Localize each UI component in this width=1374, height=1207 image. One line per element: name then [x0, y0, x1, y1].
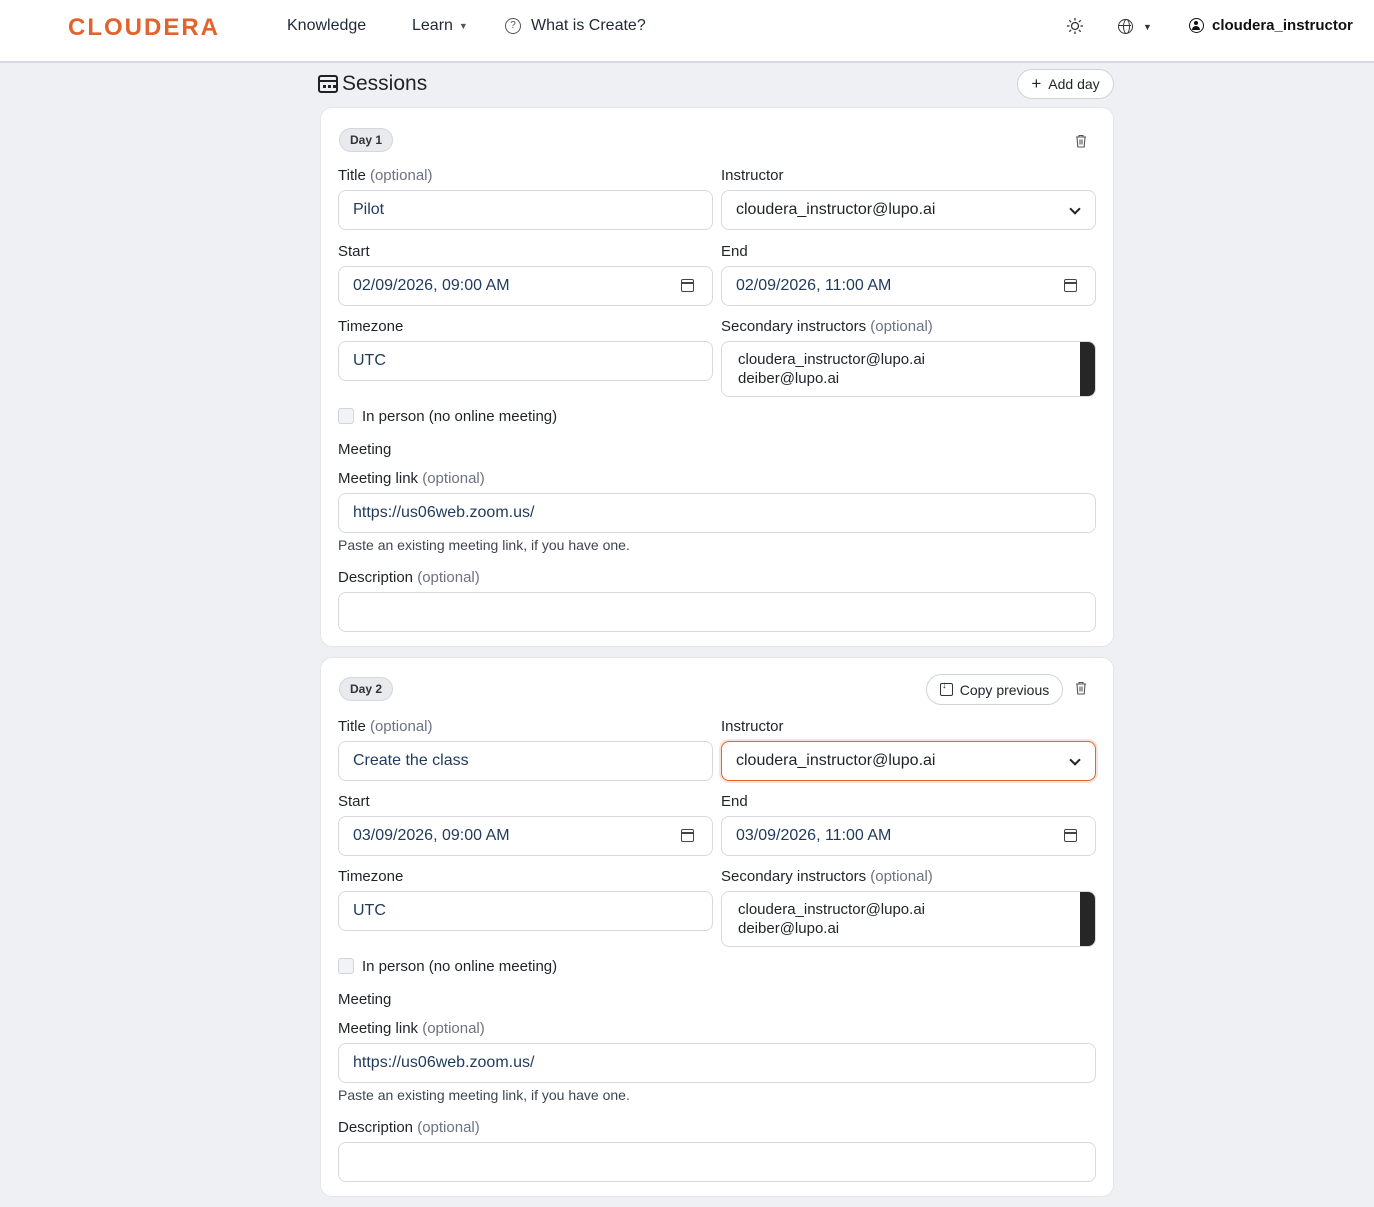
secondary-instructors-label: Secondary instructors (optional) — [721, 318, 933, 335]
start-datetime-input[interactable]: 02/09/2026, 09:00 AM — [338, 266, 713, 306]
start-datetime-input[interactable]: 03/09/2026, 09:00 AM — [338, 816, 713, 856]
nav-what-is-create[interactable]: ? What is Create? — [505, 17, 646, 35]
top-navbar: CLOUDERA Knowledge Learn ▼ ? What is Cre… — [0, 0, 1374, 63]
timezone-input[interactable]: UTC — [338, 891, 713, 931]
nav-learn[interactable]: Learn ▼ — [412, 17, 468, 35]
start-label: Start — [338, 793, 370, 810]
copy-previous-label: Copy previous — [959, 681, 1050, 698]
cloudera-logo[interactable]: CLOUDERA — [68, 14, 220, 42]
option-item[interactable]: deiber@lupo.ai — [738, 369, 1079, 388]
instructor-label: Instructor — [721, 167, 784, 184]
description-input[interactable] — [338, 1142, 1096, 1182]
add-day-label: Add day — [1048, 76, 1100, 92]
meeting-heading: Meeting — [338, 991, 392, 1008]
username: cloudera_instructor — [1212, 17, 1353, 34]
scrollbar[interactable] — [1080, 892, 1095, 946]
instructor-select[interactable]: cloudera_instructor@lupo.ai — [721, 741, 1096, 781]
meeting-link-input[interactable]: https://us06web.zoom.us/ — [338, 1043, 1096, 1083]
meeting-link-input[interactable]: https://us06web.zoom.us/ — [338, 493, 1096, 533]
chevron-down-icon — [1069, 754, 1081, 766]
secondary-instructors-select[interactable]: cloudera_instructor@lupo.ai deiber@lupo.… — [721, 341, 1096, 397]
title-input[interactable]: Create the class — [338, 741, 713, 781]
title-label: Title (optional) — [338, 167, 433, 184]
in-person-checkbox[interactable] — [338, 958, 354, 974]
calendar-icon[interactable] — [681, 279, 694, 292]
secondary-instructors-label: Secondary instructors (optional) — [721, 868, 933, 885]
description-label: Description (optional) — [338, 569, 480, 586]
calendar-icon[interactable] — [681, 829, 694, 842]
end-label: End — [721, 243, 748, 260]
title-label: Title (optional) — [338, 718, 433, 735]
sessions-heading: Sessions — [318, 72, 427, 96]
sessions-title: Sessions — [342, 72, 428, 95]
in-person-label: In person (no online meeting) — [362, 408, 558, 425]
description-label: Description (optional) — [338, 1119, 480, 1136]
start-label: Start — [338, 243, 370, 260]
copy-icon — [939, 680, 953, 696]
meeting-link-label: Meeting link (optional) — [338, 470, 485, 487]
add-day-button[interactable]: + Add day — [1017, 69, 1114, 99]
question-icon: ? — [505, 18, 521, 34]
day-badge: Day 1 — [339, 128, 394, 152]
calendar-icon[interactable] — [1064, 829, 1077, 842]
user-menu[interactable]: cloudera_instructor — [1189, 17, 1353, 34]
day-badge: Day 2 — [339, 677, 394, 701]
day-card-2: Day 2 Copy previous Title (optional) Cre… — [320, 657, 1114, 1197]
sun-icon[interactable] — [1067, 18, 1083, 34]
instructor-select[interactable]: cloudera_instructor@lupo.ai — [721, 190, 1096, 230]
instructor-label: Instructor — [721, 718, 784, 735]
timezone-label: Timezone — [338, 318, 404, 335]
caret-down-icon: ▼ — [458, 21, 468, 31]
scrollbar[interactable] — [1080, 342, 1095, 396]
nav-knowledge-label: Knowledge — [287, 17, 367, 34]
meeting-link-help: Paste an existing meeting link, if you h… — [338, 1087, 630, 1103]
description-input[interactable] — [338, 592, 1096, 632]
meeting-heading: Meeting — [338, 441, 392, 458]
timezone-label: Timezone — [338, 868, 404, 885]
day-card-1: Day 1 Title (optional) Pilot Instructor … — [320, 107, 1114, 647]
caret-down-icon[interactable]: ▼ — [1143, 22, 1152, 32]
globe-icon[interactable] — [1118, 19, 1133, 34]
user-circle-icon — [1189, 18, 1204, 33]
nav-knowledge[interactable]: Knowledge — [287, 17, 366, 35]
timezone-input[interactable]: UTC — [338, 341, 713, 381]
nav-what-is-create-label: What is Create? — [531, 17, 646, 34]
chevron-down-icon — [1069, 203, 1081, 215]
end-datetime-input[interactable]: 02/09/2026, 11:00 AM — [721, 266, 1096, 306]
in-person-checkbox[interactable] — [338, 408, 354, 424]
copy-previous-button[interactable]: Copy previous — [926, 674, 1063, 705]
end-label: End — [721, 793, 748, 810]
meeting-link-label: Meeting link (optional) — [338, 1020, 485, 1037]
trash-icon[interactable] — [1075, 681, 1087, 695]
option-item[interactable]: cloudera_instructor@lupo.ai — [738, 900, 1079, 919]
in-person-label: In person (no online meeting) — [362, 958, 558, 975]
end-datetime-input[interactable]: 03/09/2026, 11:00 AM — [721, 816, 1096, 856]
plus-icon: + — [1031, 74, 1042, 93]
secondary-instructors-select[interactable]: cloudera_instructor@lupo.ai deiber@lupo.… — [721, 891, 1096, 947]
calendar-icon — [318, 75, 338, 93]
title-input[interactable]: Pilot — [338, 190, 713, 230]
trash-icon[interactable] — [1075, 134, 1087, 148]
nav-learn-label: Learn — [412, 17, 453, 34]
option-item[interactable]: cloudera_instructor@lupo.ai — [738, 350, 1079, 369]
meeting-link-help: Paste an existing meeting link, if you h… — [338, 537, 630, 553]
calendar-icon[interactable] — [1064, 279, 1077, 292]
option-item[interactable]: deiber@lupo.ai — [738, 919, 1079, 938]
